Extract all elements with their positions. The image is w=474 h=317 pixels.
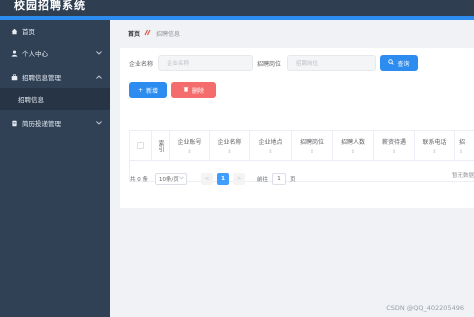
sidebar-item-home[interactable]: 首页 bbox=[0, 20, 110, 42]
sidebar-item-label: 个人中心 bbox=[22, 50, 48, 58]
breadcrumb-home[interactable]: 首页 bbox=[128, 29, 140, 38]
prev-page-button[interactable]: < bbox=[201, 173, 213, 185]
company-name-label: 企业名称 bbox=[129, 61, 154, 68]
trash-icon bbox=[183, 86, 189, 94]
plus-icon: + bbox=[137, 86, 143, 94]
sidebar-item-resume-management[interactable]: 简历投递管理 bbox=[0, 112, 110, 134]
chevron-down-icon bbox=[96, 49, 102, 57]
briefcase-icon bbox=[6, 73, 22, 81]
document-icon bbox=[6, 120, 22, 127]
sidebar-item-personal-center[interactable]: 个人中心 bbox=[0, 42, 110, 64]
column-header-truncated[interactable]: 招 ⇕ bbox=[455, 131, 474, 161]
search-icon bbox=[388, 59, 395, 67]
sort-icon[interactable]: ⇕ bbox=[187, 149, 191, 155]
pagination: 共 0 条 10条/页 < 1 > 前往 1 页 bbox=[130, 172, 296, 186]
sort-icon[interactable]: ⇕ bbox=[392, 149, 396, 155]
chevron-down-icon bbox=[179, 176, 184, 182]
sidebar-item-label: 招聘信息 bbox=[18, 96, 44, 104]
sidebar-item-label: 简历投递管理 bbox=[22, 120, 61, 128]
breadcrumb-current: 招聘信息 bbox=[156, 31, 181, 38]
empty-state-text: 暂无数据 bbox=[451, 173, 474, 179]
watermark-text: CSDN @QQ_402205496 bbox=[386, 304, 464, 312]
column-header-salary[interactable]: 薪资待遇 ⇕ bbox=[374, 131, 415, 161]
sidebar-item-label: 首页 bbox=[22, 28, 35, 36]
column-header-company-name[interactable]: 企业名称 ⇕ bbox=[210, 131, 250, 161]
sort-icon[interactable]: ⇕ bbox=[310, 149, 314, 155]
position-label: 招聘岗位 bbox=[257, 61, 282, 68]
column-header-phone[interactable]: 联系电话 ⇕ bbox=[415, 131, 455, 161]
sort-icon[interactable]: ⇕ bbox=[268, 149, 272, 155]
select-all-checkbox-cell[interactable] bbox=[130, 131, 152, 161]
column-header-company-account[interactable]: 企业账号 ⇕ bbox=[170, 131, 210, 161]
breadcrumb-separator-icon bbox=[144, 29, 152, 38]
app-title: 校园招聘系统 bbox=[14, 0, 86, 12]
goto-label: 前往 bbox=[257, 177, 269, 183]
sort-icon[interactable]: ⇕ bbox=[227, 149, 231, 155]
next-page-button[interactable]: > bbox=[233, 173, 245, 185]
column-header-index: 索引 bbox=[152, 131, 170, 161]
select-all-checkbox[interactable] bbox=[137, 142, 144, 149]
home-icon bbox=[6, 28, 22, 35]
user-icon bbox=[6, 50, 22, 57]
chevron-up-icon bbox=[96, 73, 102, 81]
table-header: 索引 企业账号 ⇕ 企业名称 ⇕ 企业地点 ⇕ 招聘岗位 ⇕ 招聘人数 ⇕ 薪资待遇 ⇕ 联… bbox=[130, 131, 474, 161]
page-number-current[interactable]: 1 bbox=[217, 173, 229, 185]
sort-icon[interactable]: ⇕ bbox=[351, 149, 355, 155]
goto-page-input[interactable]: 1 bbox=[272, 173, 287, 185]
sort-icon[interactable]: ⇕ bbox=[459, 149, 463, 155]
query-button[interactable]: 查询 bbox=[380, 55, 418, 71]
page-size-select[interactable]: 10条/页 bbox=[155, 173, 187, 185]
column-header-headcount[interactable]: 招聘人数 ⇕ bbox=[333, 131, 374, 161]
sidebar-item-label: 招聘信息管理 bbox=[22, 74, 61, 82]
column-header-company-location[interactable]: 企业地点 ⇕ bbox=[250, 131, 292, 161]
sidebar: 首页 个人中心 招聘信息管理 招聘信息 简历投递管理 bbox=[0, 20, 110, 317]
chevron-down-icon bbox=[96, 119, 102, 127]
sort-icon[interactable]: ⇕ bbox=[432, 149, 436, 155]
company-name-input[interactable]: 企业名称 bbox=[158, 55, 253, 71]
breadcrumb: 首页 招聘信息 bbox=[128, 29, 180, 38]
sidebar-item-recruitment-management[interactable]: 招聘信息管理 bbox=[0, 66, 110, 88]
add-button[interactable]: + 新增 bbox=[129, 82, 167, 98]
delete-button[interactable]: 删除 bbox=[171, 82, 216, 98]
page-suffix: 页 bbox=[290, 177, 296, 183]
main-content: 首页 招聘信息 企业名称 企业名称 招聘岗位 招聘岗位 查询 + 新增 删除 索… bbox=[110, 20, 474, 317]
column-header-position[interactable]: 招聘岗位 ⇕ bbox=[292, 131, 333, 161]
top-header: 校园招聘系统 bbox=[0, 0, 474, 16]
position-input[interactable]: 招聘岗位 bbox=[287, 55, 376, 71]
total-count: 共 0 条 bbox=[130, 177, 148, 183]
sidebar-item-recruitment-info[interactable]: 招聘信息 bbox=[0, 88, 110, 110]
